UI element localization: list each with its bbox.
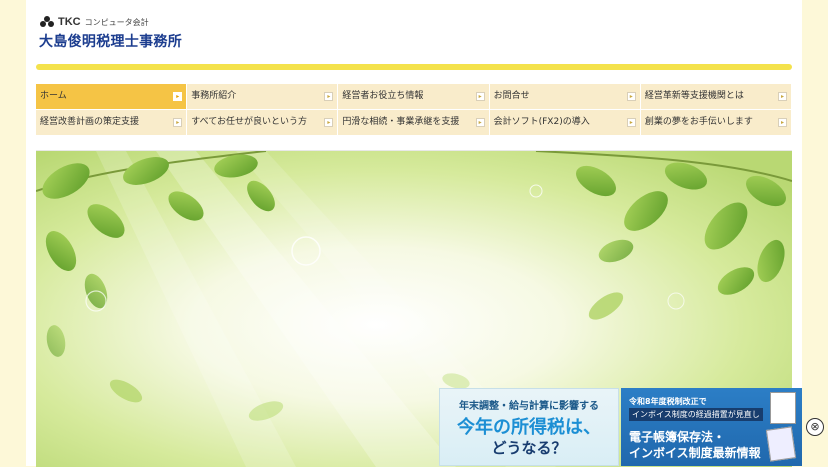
nav-item-label: 経営改善計画の策定支援 bbox=[40, 117, 140, 127]
arrow-right-icon: ▸ bbox=[626, 118, 636, 127]
logo-subtitle: コンピュータ会計 bbox=[84, 17, 149, 27]
nav-item-label: 円滑な相続・事業承継を支援 bbox=[342, 117, 460, 127]
banner2-line3: 電子帳簿保存法・ bbox=[629, 430, 726, 444]
arrow-right-icon: ▸ bbox=[626, 92, 636, 101]
nav-item-label: 創業の夢をお手伝いします bbox=[644, 117, 753, 127]
document-icon bbox=[770, 392, 796, 424]
arrow-right-icon: ▸ bbox=[173, 92, 183, 101]
nav-item-label: 会計ソフト(FX2)の導入 bbox=[493, 117, 590, 127]
arrow-right-icon: ▸ bbox=[475, 92, 485, 101]
invoice-document-icon bbox=[765, 426, 797, 462]
close-icon[interactable]: ⊗ bbox=[806, 418, 824, 436]
arrow-right-icon: ▸ bbox=[173, 118, 183, 127]
arrow-right-icon: ▸ bbox=[778, 118, 788, 127]
tkc-logo-icon bbox=[40, 16, 54, 28]
arrow-right-icon: ▸ bbox=[475, 118, 485, 127]
main-navigation: ホーム ▸ 事務所紹介 ▸ 経営者お役立ち情報 ▸ お問合せ ▸ 経営革新等支援… bbox=[36, 84, 793, 136]
nav-item-home[interactable]: ホーム ▸ bbox=[36, 84, 188, 109]
banner2-line1: 令和8年度税制改正で bbox=[629, 397, 707, 406]
nav-row-2: 経営改善計画の策定支援 ▸ すべてお任せが良いという方 ▸ 円滑な相続・事業承継… bbox=[36, 110, 793, 135]
nav-item-startup-support[interactable]: 創業の夢をお手伝いします ▸ bbox=[640, 110, 793, 135]
banner2-line2: インボイス制度の経過措置が見直し bbox=[629, 408, 763, 421]
nav-item-label: 事務所紹介 bbox=[191, 91, 237, 101]
arrow-right-icon: ▸ bbox=[324, 92, 334, 101]
nav-item-contact[interactable]: お問合せ ▸ bbox=[489, 84, 641, 109]
nav-item-label: 経営革新等支援機関とは bbox=[644, 91, 744, 101]
banner1-main-text: 今年の所得税は、 bbox=[457, 417, 601, 438]
banner1-top-text: 年末調整・給与計算に影響する bbox=[459, 401, 599, 412]
arrow-right-icon: ▸ bbox=[324, 118, 334, 127]
nav-item-useful-info[interactable]: 経営者お役立ち情報 ▸ bbox=[338, 84, 490, 109]
nav-item-support-agency[interactable]: 経営革新等支援機関とは ▸ bbox=[640, 84, 793, 109]
nav-item-label: すべてお任せが良いという方 bbox=[191, 117, 307, 127]
nav-row-1: ホーム ▸ 事務所紹介 ▸ 経営者お役立ち情報 ▸ お問合せ ▸ 経営革新等支援… bbox=[36, 84, 793, 109]
invoice-system-banner[interactable]: 令和8年度税制改正で インボイス制度の経過措置が見直し 電子帳簿保存法・ インボ… bbox=[621, 388, 802, 466]
banner1-sub-text: どうなる？ bbox=[491, 439, 567, 457]
nav-item-succession[interactable]: 円滑な相続・事業承継を支援 ▸ bbox=[338, 110, 490, 135]
header-divider-bar bbox=[36, 64, 792, 70]
banner2-line4: インボイス制度最新情報 bbox=[629, 446, 761, 460]
nav-item-improvement-plan[interactable]: 経営改善計画の策定支援 ▸ bbox=[36, 110, 188, 135]
arrow-right-icon: ▸ bbox=[778, 92, 788, 101]
nav-item-full-service[interactable]: すべてお任せが良いという方 ▸ bbox=[187, 110, 339, 135]
nav-item-label: お問合せ bbox=[493, 91, 530, 101]
nav-item-label: 経営者お役立ち情報 bbox=[342, 91, 424, 101]
income-tax-banner[interactable]: 年末調整・給与計算に影響する 今年の所得税は、 どうなる？ bbox=[439, 388, 619, 466]
logo-brand: TKC bbox=[58, 16, 81, 28]
tkc-logo[interactable]: TKC コンピュータ会計 bbox=[40, 16, 149, 28]
nav-item-accounting-software[interactable]: 会計ソフト(FX2)の導入 ▸ bbox=[489, 110, 641, 135]
site-title[interactable]: 大島俊明税理士事務所 bbox=[39, 31, 182, 51]
nav-item-label: ホーム bbox=[40, 91, 67, 101]
nav-item-office-intro[interactable]: 事務所紹介 ▸ bbox=[187, 84, 339, 109]
